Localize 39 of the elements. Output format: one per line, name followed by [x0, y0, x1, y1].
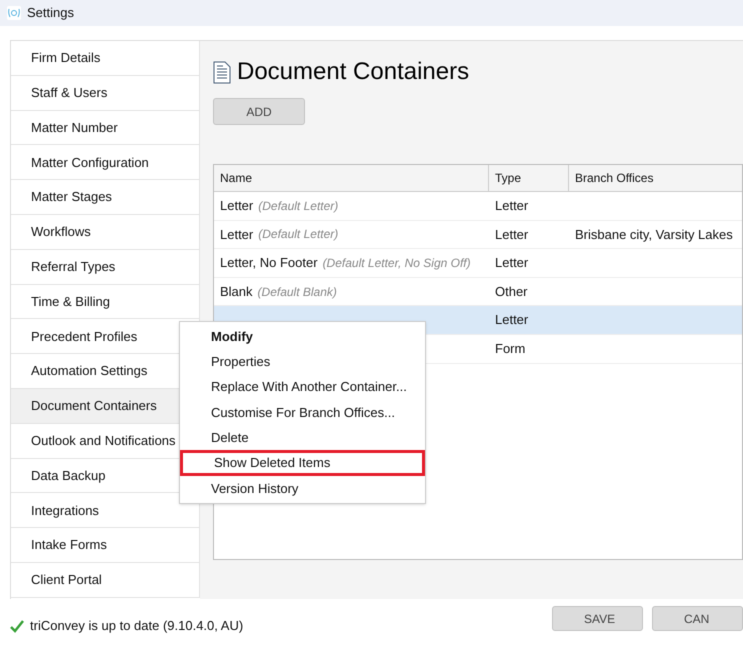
menu-item[interactable]: Show Deleted Items: [180, 450, 425, 476]
sidebar-item[interactable]: Workflows: [11, 214, 200, 250]
table-cell-text: Brisbane city, Varsity Lakes: [575, 226, 733, 244]
table-cell-text: Form: [495, 340, 526, 358]
page-title: Document Containers: [237, 57, 470, 87]
table-cell-text: Blank: [220, 282, 253, 301]
default-note: (Default Letter): [258, 226, 338, 244]
sidebar-item[interactable]: Matter Stages: [11, 180, 200, 215]
table-cell-text: Letter: [220, 226, 254, 244]
check-icon: [10, 618, 24, 632]
window-title: Settings: [27, 4, 74, 22]
sidebar-item[interactable]: Matter Number: [11, 110, 200, 146]
table-row[interactable]: Letter (Default Letter) Letter Brisbane city, Varsity Lakes: [214, 220, 742, 250]
sidebar-item[interactable]: Client Portal: [11, 562, 200, 598]
table-cell-text: Letter: [495, 311, 528, 330]
default-note: (Default Letter, No Sign Off): [322, 254, 471, 272]
table-cell-text: Letter: [495, 226, 528, 244]
table-cell-text: Letter: [495, 254, 528, 272]
table-cell-text: Letter, No Footer: [220, 254, 318, 272]
sidebar-item[interactable]: Time & Billing: [11, 284, 200, 320]
table-cell-text: Other: [495, 282, 528, 301]
sidebar-item[interactable]: Referral Types: [11, 250, 200, 285]
cancel-button[interactable]: CAN: [652, 606, 743, 631]
add-button[interactable]: ADD: [213, 98, 305, 125]
document-icon: [213, 60, 231, 84]
column-header[interactable]: Branch Offices: [569, 165, 735, 191]
column-header[interactable]: Name: [214, 165, 489, 191]
column-header[interactable]: Type: [489, 165, 569, 191]
save-button[interactable]: SAVE: [552, 606, 643, 631]
default-note: (Default Blank): [258, 284, 337, 301]
table-cell-text: Letter: [495, 197, 528, 216]
sidebar-item[interactable]: Intake Forms: [11, 528, 200, 563]
default-note: (Default Letter): [258, 198, 338, 215]
sidebar-item[interactable]: Staff & Users: [11, 76, 200, 111]
app-logo-icon: [7, 6, 21, 20]
table-cell-text: Letter: [220, 197, 254, 216]
status-message: triConvey is up to date (9.10.4.0, AU): [30, 616, 244, 635]
sidebar-item[interactable]: Firm Details: [11, 41, 200, 76]
sidebar-item[interactable]: Matter Configuration: [11, 145, 200, 180]
